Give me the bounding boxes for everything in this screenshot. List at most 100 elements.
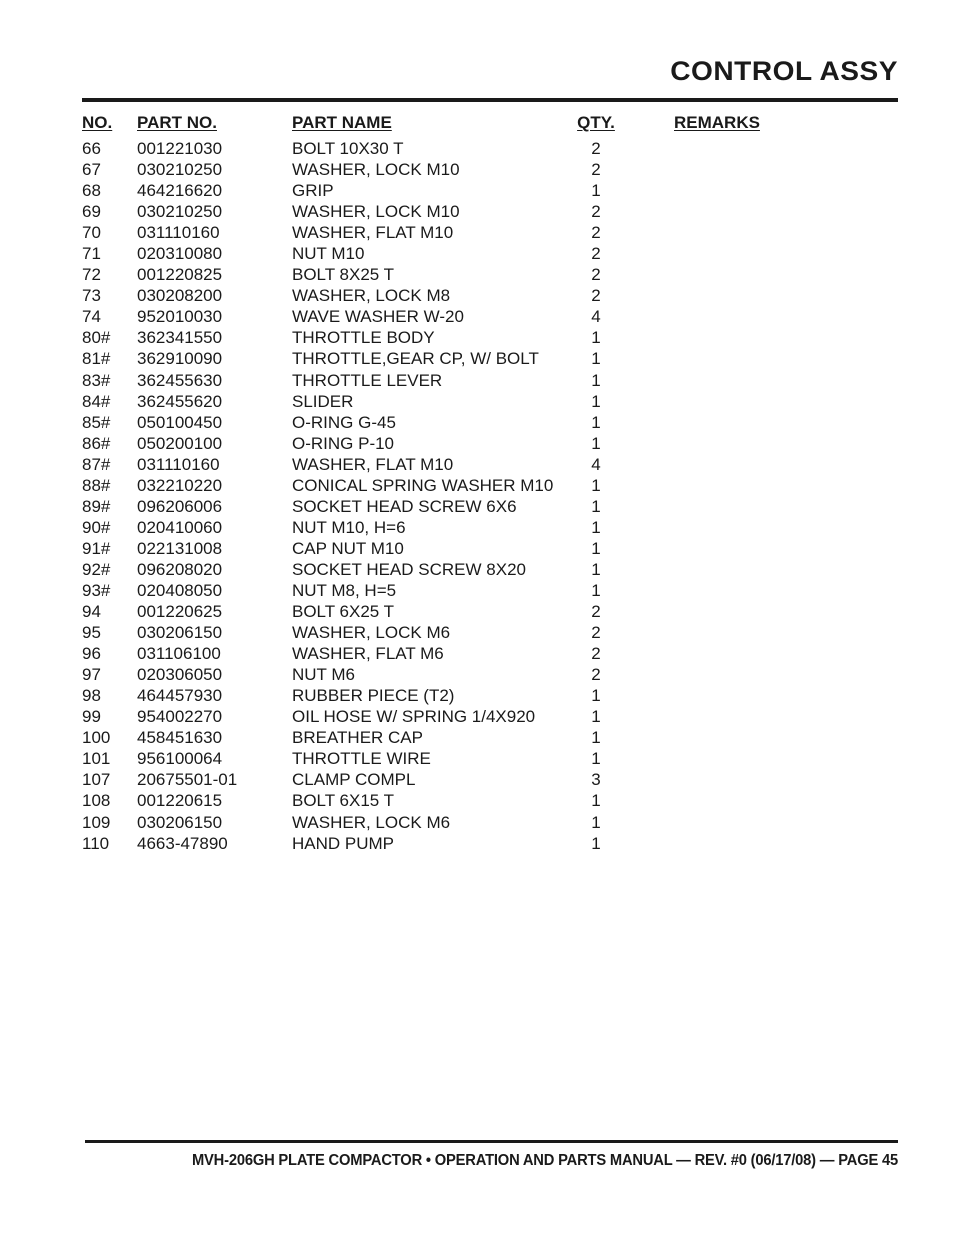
cell-part-no: 362910090 — [137, 349, 223, 369]
cell-qty: 4 — [591, 454, 601, 474]
table-row: 73 030208200 WASHER, LOCK M8 2 — [0, 285, 954, 306]
cell-no: 81# — [82, 349, 111, 369]
cell-part-name: HAND PUMP — [292, 833, 395, 853]
table-row: 93# 020408050 NUT M8, H=5 1 — [0, 580, 954, 601]
cell-qty: 1 — [591, 496, 601, 516]
parts-table: NO. PART NO. PART NAME QTY. REMARKS 66 00… — [0, 112, 954, 854]
cell-qty: 2 — [591, 223, 601, 243]
cell-part-no: 020306050 — [137, 665, 223, 685]
cell-part-name: NUT M6 — [292, 665, 355, 685]
cell-part-no: 022131008 — [137, 538, 223, 558]
header-divider — [82, 98, 898, 102]
cell-qty: 1 — [591, 728, 601, 748]
cell-no: 100 — [82, 728, 111, 748]
cell-no: 109 — [82, 812, 111, 832]
table-row: 97 020306050 NUT M6 2 — [0, 664, 954, 685]
cell-no: 66 — [82, 139, 101, 158]
cell-no: 84# — [82, 391, 111, 411]
table-row: 94 001220625 BOLT 6X25 T 2 — [0, 601, 954, 622]
table-row: 100 458451630 BREATHER CAP 1 — [0, 727, 954, 748]
cell-part-no: 001220615 — [137, 791, 223, 811]
table-row: 92# 096208020 SOCKET HEAD SCREW 8X20 1 — [0, 559, 954, 580]
table-row: 108 001220615 BOLT 6X15 T 1 — [0, 790, 954, 811]
cell-part-name: THROTTLE WIRE — [292, 749, 431, 769]
cell-part-no: 001220825 — [137, 265, 223, 285]
cell-no: 86# — [82, 433, 111, 453]
cell-part-name: NUT M10, H=6 — [292, 517, 406, 537]
cell-part-no: 4663-47890 — [137, 833, 228, 853]
cell-no: 99 — [82, 707, 101, 727]
cell-qty: 1 — [591, 475, 601, 495]
cell-part-name: NUT M8, H=5 — [292, 580, 397, 600]
cell-part-no: 362455630 — [137, 370, 223, 390]
cell-qty: 1 — [591, 412, 601, 432]
cell-part-name: WASHER, LOCK M10 — [292, 160, 460, 180]
table-row: 85# 050100450 O-RING G-45 1 — [0, 412, 954, 433]
cell-no: 80# — [82, 328, 111, 348]
cell-qty: 1 — [591, 349, 601, 369]
table-row: 80# 362341550 THROTTLE BODY 1 — [0, 327, 954, 348]
table-row: 109 030206150 WASHER, LOCK M6 1 — [0, 812, 954, 833]
cell-qty: 3 — [591, 770, 601, 790]
cell-qty: 1 — [591, 791, 601, 811]
table-row: 69 030210250 WASHER, LOCK M10 2 — [0, 201, 954, 222]
cell-part-no: 001220625 — [137, 602, 223, 622]
cell-part-name: THROTTLE LEVER — [292, 370, 443, 390]
table-row: 72 001220825 BOLT 8X25 T 2 — [0, 264, 954, 285]
cell-no: 97 — [82, 665, 101, 685]
cell-part-no: 096206006 — [137, 496, 223, 516]
cell-qty: 2 — [591, 623, 601, 643]
cell-no: 94 — [82, 602, 101, 622]
cell-no: 92# — [82, 559, 111, 579]
cell-part-no: 030206150 — [137, 812, 223, 832]
table-row: 84# 362455620 SLIDER 1 — [0, 391, 954, 412]
cell-part-no: 031106100 — [137, 644, 221, 664]
cell-part-no: 020310080 — [137, 244, 223, 264]
cell-qty: 1 — [591, 559, 601, 579]
table-row: 71 020310080 NUT M10 2 — [0, 243, 954, 264]
cell-part-name: WASHER, FLAT M10 — [292, 454, 454, 474]
table-body: 66 001221030 BOLT 10X30 T 2 67 030210250 WASHE… — [0, 138, 954, 854]
cell-part-no: 952010030 — [137, 307, 223, 327]
cell-part-no: 956100064 — [137, 749, 223, 769]
column-header-no: NO. — [82, 113, 113, 132]
cell-part-no: 031110160 — [137, 454, 220, 474]
cell-no: 93# — [82, 580, 111, 600]
cell-no: 85# — [82, 412, 111, 432]
cell-no: 101 — [82, 749, 111, 769]
cell-qty: 2 — [591, 602, 601, 622]
cell-part-name: WASHER, LOCK M8 — [292, 286, 451, 306]
cell-no: 69 — [82, 202, 101, 222]
table-row: 99 954002270 OIL HOSE W/ SPRING 1/4X920 1 — [0, 706, 954, 727]
cell-no: 108 — [82, 791, 111, 811]
cell-no: 98 — [82, 686, 101, 706]
cell-no: 70 — [82, 223, 101, 243]
cell-qty: 1 — [591, 391, 601, 411]
cell-qty: 1 — [591, 833, 601, 853]
cell-no: 83# — [82, 370, 111, 390]
cell-part-name: O-RING P-10 — [292, 433, 395, 453]
cell-part-no: 020408050 — [137, 580, 223, 600]
table-row: 86# 050200100 O-RING P-10 1 — [0, 433, 954, 454]
cell-qty: 1 — [591, 749, 601, 769]
cell-part-name: BREATHER CAP — [292, 728, 423, 748]
cell-part-no: 954002270 — [137, 707, 223, 727]
cell-qty: 1 — [591, 370, 601, 390]
table-row: 107 20675501-01 CLAMP COMPL 3 — [0, 769, 954, 790]
table-row: 96 031106100 WASHER, FLAT M6 2 — [0, 643, 954, 664]
page-title: CONTROL ASSY — [670, 56, 898, 86]
cell-part-name: GRIP — [292, 181, 334, 201]
cell-qty: 2 — [591, 244, 601, 264]
table-row: 74 952010030 WAVE WASHER W-20 4 — [0, 306, 954, 327]
cell-part-name: CAP NUT M10 — [292, 538, 404, 558]
table-row: 70 031110160 WASHER, FLAT M10 2 — [0, 222, 954, 243]
cell-part-name: WASHER, LOCK M6 — [292, 812, 451, 832]
cell-no: 89# — [82, 496, 111, 516]
cell-no: 68 — [82, 181, 101, 201]
cell-no: 90# — [82, 517, 111, 537]
table-row: 87# 031110160 WASHER, FLAT M10 4 — [0, 454, 954, 475]
cell-part-name: WASHER, FLAT M10 — [292, 223, 454, 243]
cell-part-no: 362341550 — [137, 328, 223, 348]
cell-part-name: SOCKET HEAD SCREW 8X20 — [292, 559, 526, 579]
cell-part-no: 050100450 — [137, 412, 223, 432]
